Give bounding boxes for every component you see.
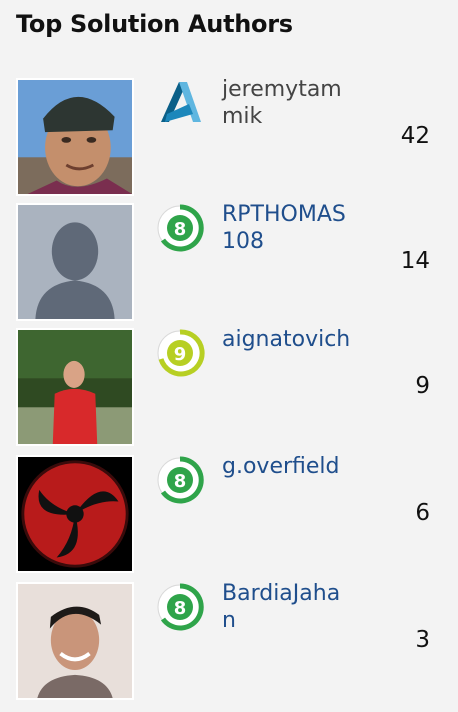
author-name-link[interactable]: BardiaJahan: [222, 580, 352, 634]
level-8-badge-icon: 8: [155, 582, 205, 632]
author-row: 8 RPTHOMAS108 14: [0, 201, 458, 325]
author-name-link[interactable]: jeremytammik: [222, 76, 352, 130]
author-name-link[interactable]: g.overfield: [222, 453, 352, 480]
badge-level: 9: [174, 344, 187, 365]
solution-count: 14: [400, 248, 430, 274]
autodesk-logo-icon: [155, 78, 205, 128]
badge-level: 8: [174, 598, 187, 619]
solution-count: 42: [400, 123, 430, 149]
avatar[interactable]: [16, 78, 134, 196]
avatar[interactable]: [16, 203, 134, 321]
solution-count: 9: [415, 373, 430, 399]
solution-count: 6: [415, 500, 430, 526]
solution-count: 3: [415, 627, 430, 653]
badge-level: 8: [174, 219, 187, 240]
author-row: 8 BardiaJahan 3: [0, 580, 458, 704]
author-name-link[interactable]: aignatovich: [222, 326, 352, 353]
level-9-badge-icon: 9: [155, 328, 205, 378]
author-row: 8 g.overfield 6: [0, 453, 458, 577]
avatar[interactable]: [16, 582, 134, 700]
badge-level: 8: [174, 471, 187, 492]
avatar[interactable]: [16, 328, 134, 446]
author-row: jeremytammik 42: [0, 76, 458, 200]
author-row: 9 aignatovich 9: [0, 326, 458, 450]
avatar[interactable]: [16, 455, 134, 573]
widget-title: Top Solution Authors: [16, 10, 293, 38]
level-8-badge-icon: 8: [155, 203, 205, 253]
author-name-link[interactable]: RPTHOMAS108: [222, 201, 352, 255]
level-8-badge-icon: 8: [155, 455, 205, 505]
